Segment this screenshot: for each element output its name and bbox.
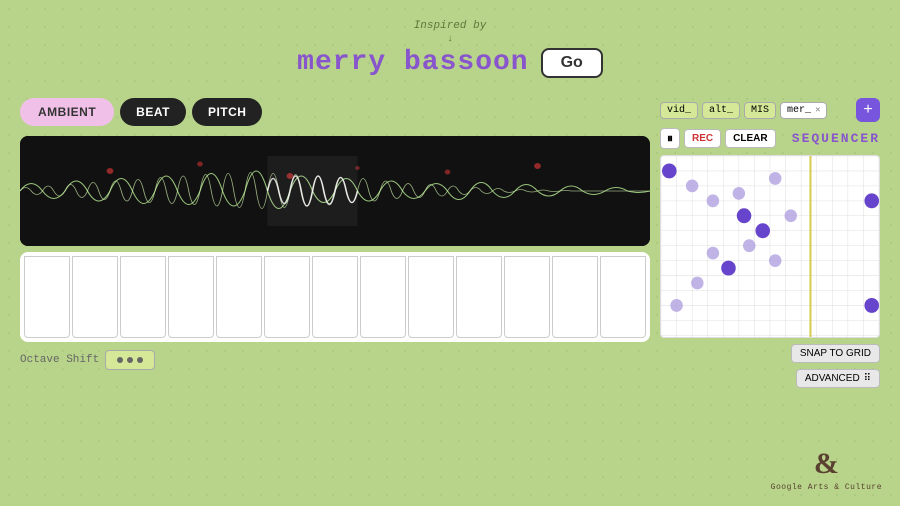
piano-key[interactable] — [360, 256, 406, 338]
beat-button[interactable]: BEAT — [120, 98, 186, 126]
advanced-controls: ADVANCED ⠿ — [660, 369, 880, 388]
octave-area: Octave Shift — [20, 350, 650, 370]
octave-dot — [137, 357, 143, 363]
piano-key[interactable] — [456, 256, 502, 338]
rec-button[interactable]: REC — [684, 129, 721, 148]
grid-icon: ⠿ — [864, 373, 871, 384]
app-title: merry bassoon — [297, 47, 528, 78]
piano-key[interactable] — [408, 256, 454, 338]
track-tab-vid[interactable]: vid_ — [660, 102, 698, 119]
add-track-button[interactable]: + — [856, 98, 880, 122]
brand-logo: & Google Arts & Culture — [771, 447, 882, 492]
right-panel: vid_ alt_ MIS mer_ ✕ + ⏸ REC CLEAR SEQUE… — [660, 98, 880, 388]
sequencer-title: SEQUENCER — [792, 131, 880, 146]
bottom-controls: SNAP TO GRID — [660, 344, 880, 363]
piano-key[interactable] — [24, 256, 70, 338]
piano-key[interactable] — [216, 256, 262, 338]
piano-keyboard — [20, 252, 650, 342]
sequencer-controls: ⏸ REC CLEAR SEQUENCER — [660, 128, 880, 149]
track-active-name: mer_ — [787, 105, 811, 116]
sequencer-grid-svg — [661, 156, 879, 337]
pitch-button[interactable]: PITCH — [192, 98, 263, 126]
octave-dot — [117, 357, 123, 363]
ambient-button[interactable]: AMBIENT — [20, 98, 114, 126]
octave-label: Octave Shift — [20, 354, 99, 366]
piano-key[interactable] — [600, 256, 646, 338]
piano-key[interactable] — [168, 256, 214, 338]
sequencer-grid[interactable] — [660, 155, 880, 338]
track-name-box: mer_ ✕ — [780, 102, 827, 119]
clear-button[interactable]: CLEAR — [725, 129, 775, 148]
inspired-arrow: ↓ — [0, 34, 900, 45]
advanced-label: ADVANCED — [805, 373, 860, 384]
waveform-svg — [20, 136, 650, 246]
title-row: merry bassoon Go — [0, 47, 900, 78]
piano-key[interactable] — [72, 256, 118, 338]
track-tab-mis[interactable]: MIS — [744, 102, 776, 119]
snap-to-grid-button[interactable]: SNAP TO GRID — [791, 344, 880, 363]
piano-key[interactable] — [312, 256, 358, 338]
octave-dot — [127, 357, 133, 363]
piano-key[interactable] — [264, 256, 310, 338]
brand-text: Google Arts & Culture — [771, 483, 882, 492]
track-tab-alt[interactable]: alt_ — [702, 102, 740, 119]
ampersand-icon: & — [814, 447, 839, 481]
go-button[interactable]: Go — [541, 48, 603, 78]
piano-key[interactable] — [552, 256, 598, 338]
inspired-by-text: Inspired by — [0, 20, 900, 32]
mode-buttons: AMBIENT BEAT PITCH — [20, 98, 650, 126]
main-area: AMBIENT BEAT PITCH — [0, 86, 900, 400]
left-panel: AMBIENT BEAT PITCH — [20, 98, 650, 388]
pause-button[interactable]: ⏸ — [660, 128, 680, 149]
track-close-button[interactable]: ✕ — [815, 105, 820, 115]
piano-key[interactable] — [120, 256, 166, 338]
piano-key[interactable] — [504, 256, 550, 338]
octave-control[interactable] — [105, 350, 155, 370]
header: Inspired by ↓ merry bassoon Go — [0, 0, 900, 78]
track-tabs: vid_ alt_ MIS mer_ ✕ + — [660, 98, 880, 122]
advanced-button[interactable]: ADVANCED ⠿ — [796, 369, 880, 388]
waveform-container — [20, 136, 650, 246]
